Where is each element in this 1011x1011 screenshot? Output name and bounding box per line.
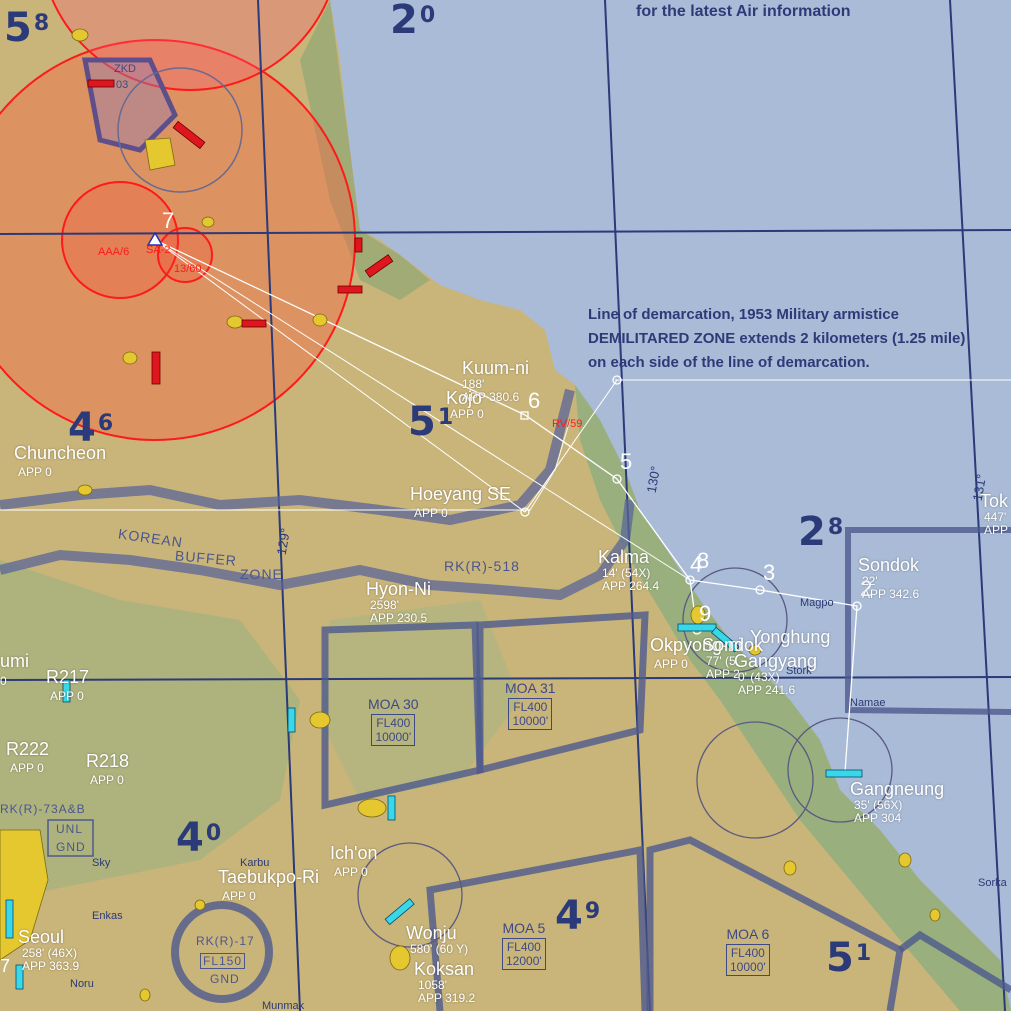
waypoint-7[interactable]: 7 xyxy=(162,210,174,232)
zone-label-fl150: FL150 xyxy=(200,953,246,969)
threat-ring-aaa xyxy=(61,181,179,299)
grid-mef-51-south: 51 xyxy=(826,935,872,981)
demarcation-note-line2: DEMILITARED ZONE extends 2 kilometers (1… xyxy=(588,330,966,347)
moa-6-limits: FL400 10000' xyxy=(726,944,770,976)
airfield-r217[interactable]: R217 APP 0 xyxy=(46,667,89,703)
airfield-seoul[interactable]: Seoul 258' (46X) APP 363.9 xyxy=(18,927,79,973)
moa-31-limits: FL400 10000' xyxy=(508,698,553,730)
airfield-r218[interactable]: R218 APP 0 xyxy=(86,751,129,787)
moa-31-label: MOA 31 FL400 10000' xyxy=(505,680,556,730)
moa-5-label: MOA 5 FL400 12000' xyxy=(502,920,546,970)
airfield-ichon[interactable]: Ich'on APP 0 xyxy=(330,843,377,879)
waypoint-5[interactable]: 5 xyxy=(620,451,632,473)
moa-30-name: MOA 30 xyxy=(368,696,419,712)
threat-label-rv: RV/59 xyxy=(552,418,583,430)
airfield-hoeyang-se[interactable]: Hoeyang SE APP 0 xyxy=(410,484,511,520)
airfield-sondok[interactable]: Sondok 22' APP 342.6 xyxy=(858,555,919,601)
airfield-kalma[interactable]: Kalma 14' (54X) APP 264.4 xyxy=(598,547,659,593)
moa-6-name: MOA 6 xyxy=(726,926,770,942)
edge-label-7: 7 xyxy=(0,956,11,976)
demarcation-note-line1: Line of demarcation, 1953 Military armis… xyxy=(588,306,899,323)
airfield-umi[interactable]: umi 0 xyxy=(0,651,29,688)
grid-mef-28: 28 xyxy=(798,509,844,555)
airfield-chuncheon[interactable]: Chuncheon APP 0 xyxy=(14,443,106,479)
airfield-wonju[interactable]: Wonju 580' (60 Y) xyxy=(406,923,468,956)
waypoint-9[interactable]: 9 xyxy=(699,603,711,625)
grid-mef-20: 20 xyxy=(390,0,436,43)
banner-text: for the latest Air information xyxy=(636,3,851,20)
zone-label-zone: ZONE xyxy=(240,566,283,582)
place-namae: Namae xyxy=(850,697,886,709)
zone-label-rk73: RK(R)-73A&B xyxy=(0,802,86,816)
moa-5-limits: FL400 12000' xyxy=(502,938,546,970)
place-noru: Noru xyxy=(70,978,94,990)
moa-6-label: MOA 6 FL400 10000' xyxy=(726,926,770,976)
threat-label-sa2: SA-2 xyxy=(146,244,171,256)
grid-mef-46: 46 xyxy=(68,405,114,451)
zone-label-unl: UNL xyxy=(56,822,84,836)
moa-5-name: MOA 5 xyxy=(502,920,546,936)
airfield-kojo[interactable]: Kojo APP 0 xyxy=(446,388,484,421)
threat-label-aaa: AAA/6 xyxy=(98,246,130,258)
airfield-koksan[interactable]: Koksan 1058' APP 319.2 xyxy=(414,959,475,1005)
restricted-label-zkd-number: 03 xyxy=(116,79,129,91)
tactical-map[interactable]: for the latest Air information Line of d… xyxy=(0,0,1011,1011)
airfield-gangyang[interactable]: Gangyang 0' (43X) APP 241.6 xyxy=(734,651,817,697)
waypoint-3[interactable]: 3 xyxy=(763,562,775,584)
threat-label-sa13: 13/60 xyxy=(174,263,202,275)
place-sky: Sky xyxy=(92,857,111,869)
airfield-tok[interactable]: Tok 447' APP xyxy=(980,491,1008,537)
demarcation-note-line3: on each side of the line of demarcation. xyxy=(588,354,870,371)
grid-mef-40: 40 xyxy=(176,815,222,861)
airfield-yonghung[interactable]: Yonghung xyxy=(750,627,830,647)
place-enkas: Enkas xyxy=(92,910,123,922)
waypoint-6[interactable]: 6 xyxy=(528,390,540,412)
zone-label-gnd-rk17: GND xyxy=(210,972,240,986)
zone-label-gnd: GND xyxy=(56,840,86,854)
moa-31-name: MOA 31 xyxy=(505,680,556,696)
place-munmak: Munmak xyxy=(262,1000,305,1011)
airfield-gangneung[interactable]: Gangneung 35' (56X) APP 304 xyxy=(850,779,944,825)
grid-mef-58: 58 xyxy=(4,5,50,51)
airfield-taebukpo-ri[interactable]: Taebukpo-Ri APP 0 xyxy=(218,867,319,903)
restricted-label-zkd: ZKD xyxy=(114,63,136,75)
zone-label-rk17: RK(R)-17 xyxy=(196,934,255,948)
airfield-r222[interactable]: R222 APP 0 xyxy=(6,739,49,775)
grid-mef-49: 49 xyxy=(555,893,601,939)
airfield-hyon-ni[interactable]: Hyon-Ni 2598' APP 230.5 xyxy=(366,579,431,625)
waypoint-8[interactable]: 8 xyxy=(697,550,709,572)
place-magpo: Magpo xyxy=(800,597,834,609)
moa-30-label: MOA 30 FL400 10000' xyxy=(368,696,419,746)
moa-30-limits: FL400 10000' xyxy=(371,714,416,746)
place-sorka: Sorka xyxy=(978,877,1007,889)
zone-label-rk518: RK(R)-518 xyxy=(444,558,520,574)
